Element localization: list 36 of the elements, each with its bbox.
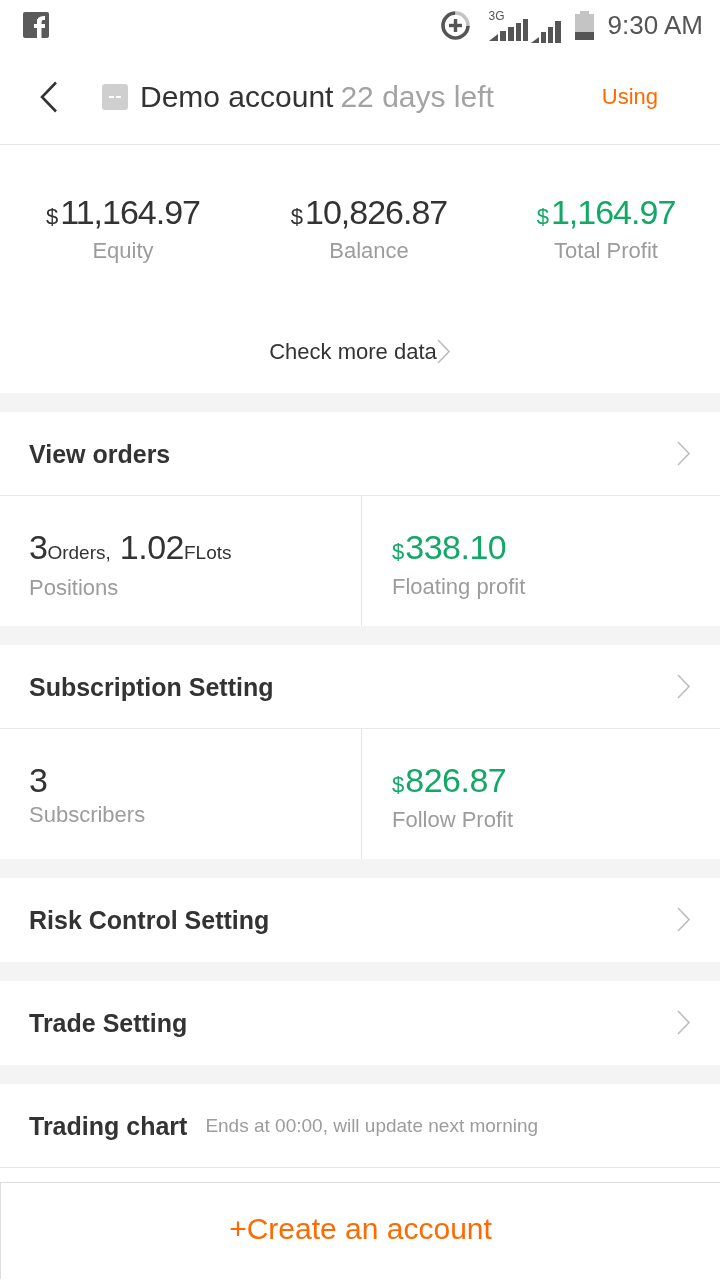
metric-label: Floating profit [392,573,526,601]
check-more-data-link[interactable]: Check more data [269,337,451,367]
account-icon [102,84,128,110]
chevron-right-icon [677,907,691,933]
metric-label: Subscribers [29,801,146,829]
stat-label: Equity [92,237,154,265]
network-type-label: 3G [488,9,505,22]
section-title: Trading chart [29,1110,188,1141]
back-icon [40,81,58,113]
account-status: Using [601,83,658,111]
stat-label: Total Profit [554,237,658,265]
stat-value: $10,826.87 [290,193,448,233]
chevron-right-icon [436,339,451,365]
signal-icon [488,18,529,41]
metric-label: Positions [29,574,119,602]
account-title: Demo account [140,79,334,115]
stat-value: $11,164.97 [46,193,200,233]
plus-circle-icon [440,10,470,40]
section-note: Ends at 00:00, will update next morning [205,1113,539,1138]
metric-value: $338.10 [392,527,507,568]
chevron-right-icon [677,673,691,700]
app-notification-icon [23,12,49,38]
days-left-text: 22 days left [340,79,494,115]
metric-value: 3Orders, [29,527,111,568]
status-time: 9:30 AM [607,10,703,40]
metric-value: $826.87 [392,760,507,801]
metric-label: Follow Profit [392,806,514,834]
signal-icon [530,21,562,43]
battery-icon [574,10,594,40]
stat-label: Balance [329,237,409,265]
chevron-right-icon [677,440,691,467]
back-button[interactable] [40,81,58,113]
stat-value: $1,164.97 [536,193,676,233]
metric-value: 3 [29,760,48,800]
metric-value: 1.02FLots [119,527,232,568]
chevron-right-icon [677,1010,691,1036]
